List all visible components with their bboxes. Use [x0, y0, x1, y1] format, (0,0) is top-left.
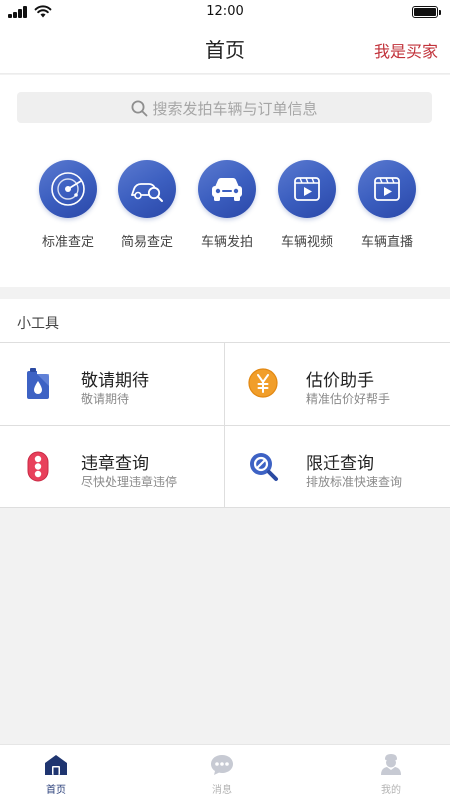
fuel-can-icon	[27, 368, 49, 399]
search-placeholder: 搜索发拍车辆与订单信息	[152, 100, 318, 118]
yen-coin-icon	[248, 368, 278, 398]
message-icon	[211, 755, 233, 775]
tools-section-title: 小工具	[17, 316, 59, 332]
car-search-icon	[118, 160, 176, 218]
car-front-icon	[198, 160, 256, 218]
status-bar: 12:00	[0, 0, 450, 24]
tool-name: 估价助手	[306, 371, 374, 391]
nav-bar: 首页 我是买家	[0, 24, 450, 74]
tab-label: 消息	[212, 785, 232, 796]
video-icon	[278, 160, 336, 218]
quick-action-simple-inspection[interactable]: 简易查定	[107, 160, 187, 250]
home-icon	[45, 755, 67, 775]
tools-section: 小工具 敬请期待 敬请期待 估价助手 精准估价好帮手 违章查询 尽快处理违章违停…	[0, 299, 450, 508]
tab-label: 首页	[46, 785, 66, 796]
radar-icon	[39, 160, 97, 218]
quick-actions: 标准查定 简易查定 车辆发拍 车辆视频 车辆直播	[28, 160, 428, 255]
buyer-mode-button[interactable]: 我是买家	[374, 38, 438, 62]
tool-valuation-assistant[interactable]: 估价助手 精准估价好帮手	[225, 343, 450, 425]
battery-icon	[412, 6, 441, 18]
live-video-icon	[358, 160, 416, 218]
quick-action-label: 车辆视频	[280, 235, 333, 250]
top-card: 搜索发拍车辆与订单信息 标准查定 简易查定 车辆发拍 车辆视频 车辆直播	[0, 75, 450, 287]
tool-name: 违章查询	[81, 454, 149, 474]
quick-action-label: 车辆直播	[360, 235, 413, 250]
search-icon	[131, 100, 148, 117]
quick-action-vehicle-live[interactable]: 车辆直播	[347, 160, 427, 250]
restriction-search-icon	[250, 453, 278, 481]
tool-description: 排放标准快速查询	[306, 475, 403, 489]
quick-action-vehicle-auction[interactable]: 车辆发拍	[187, 160, 267, 250]
quick-action-standard-inspection[interactable]: 标准查定	[28, 160, 108, 250]
quick-action-label: 简易查定	[120, 235, 173, 250]
tool-description: 尽快处理违章违停	[81, 475, 178, 489]
quick-action-label: 车辆发拍	[200, 235, 253, 250]
tool-violation-query[interactable]: 违章查询 尽快处理违章违停	[0, 426, 225, 508]
status-time: 12:00	[206, 4, 244, 19]
search-input[interactable]: 搜索发拍车辆与订单信息	[17, 92, 432, 123]
quick-action-vehicle-video[interactable]: 车辆视频	[267, 160, 347, 250]
profile-icon	[381, 754, 401, 775]
tab-label: 我的	[381, 785, 401, 796]
tab-home[interactable]: 首页	[16, 752, 96, 796]
tool-coming-soon[interactable]: 敬请期待 敬请期待	[0, 343, 225, 425]
traffic-light-icon	[27, 451, 49, 482]
tab-profile[interactable]: 我的	[351, 752, 431, 796]
tool-description: 精准估价好帮手	[306, 392, 391, 406]
tool-name: 限迁查询	[306, 454, 374, 474]
tab-bar: 首页 消息 我的	[0, 744, 450, 800]
tool-name: 敬请期待	[81, 371, 149, 391]
quick-action-label: 标准查定	[41, 235, 94, 250]
tool-description: 敬请期待	[81, 392, 130, 406]
tab-messages[interactable]: 消息	[182, 752, 262, 796]
tool-relocation-restriction-query[interactable]: 限迁查询 排放标准快速查询	[225, 426, 450, 508]
